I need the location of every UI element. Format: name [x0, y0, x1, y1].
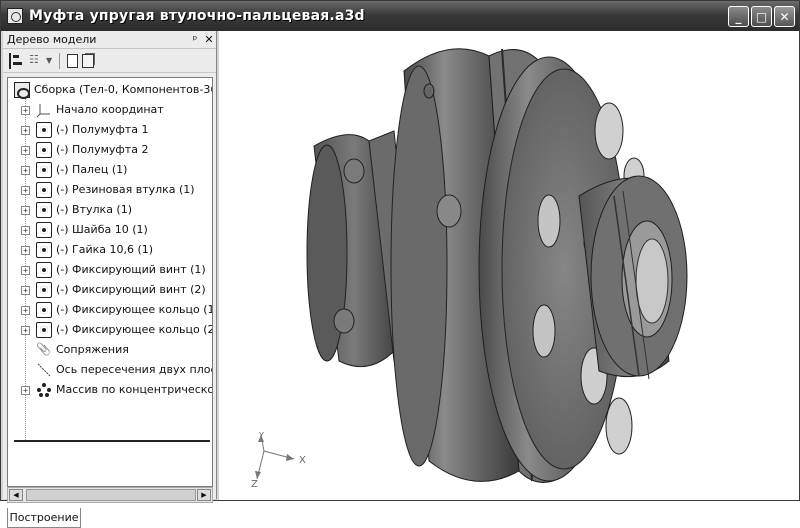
properties-icon[interactable]	[67, 53, 79, 68]
part-icon	[36, 242, 52, 258]
part-icon	[36, 282, 52, 298]
tree-item-label: Начало координат	[56, 103, 164, 116]
tree-item[interactable]: + Массив по концентрической	[8, 380, 213, 400]
tree-item[interactable]: + (-) Гайка 10,6 (1)	[8, 240, 212, 260]
axis-line-icon	[36, 362, 52, 378]
tree-item[interactable]: + (-) Шайба 10 (1)	[8, 220, 212, 240]
tree-end-marker	[14, 440, 210, 442]
tree-item[interactable]: + (-) Втулка (1)	[8, 200, 212, 220]
axes-icon	[36, 102, 52, 118]
application-window: Муфта упругая втулочно-пальцевая.a3d _ □…	[0, 0, 800, 528]
part-icon	[36, 222, 52, 238]
panel-title: Дерево модели	[7, 33, 97, 46]
tree-item[interactable]: + Начало координат	[8, 100, 212, 120]
3d-viewport[interactable]: X Y Z	[219, 31, 799, 500]
expand-icon[interactable]: +	[21, 226, 30, 235]
expand-icon[interactable]: +	[21, 206, 30, 215]
tree-item-label: (-) Фиксирующее кольцо (2)	[56, 323, 213, 336]
part-icon	[36, 162, 52, 178]
model-tree[interactable]: Сборка (Тел-0, Компонентов-36) + Начало к…	[7, 77, 213, 487]
tree-item-label: (-) Шайба 10 (1)	[56, 223, 148, 236]
tree-item-label: (-) Резиновая втулка (1)	[56, 183, 195, 196]
tree-item-label: (-) Полумуфта 1	[56, 123, 149, 136]
scroll-left-icon[interactable]: ◀	[9, 489, 23, 501]
tab-construction[interactable]: Построение	[7, 508, 81, 528]
expand-icon[interactable]: +	[21, 306, 30, 315]
tree-root-label: Сборка (Тел-0, Компонентов-36)	[34, 83, 213, 96]
dropdown-arrow-icon[interactable]: ▼	[46, 56, 52, 65]
part-icon	[36, 142, 52, 158]
part-icon	[36, 122, 52, 138]
expand-icon[interactable]: +	[21, 186, 30, 195]
tree-item-label: (-) Палец (1)	[56, 163, 128, 176]
list-view-icon[interactable]	[29, 53, 45, 69]
expand-icon[interactable]: +	[21, 126, 30, 135]
axis-x-label: X	[299, 455, 306, 466]
tree-item-label: (-) Фиксирующее кольцо (1)	[56, 303, 213, 316]
window-controls: _ □ ✕	[728, 6, 795, 27]
assembly-icon	[14, 82, 30, 99]
tree-item-label: (-) Фиксирующий винт (1)	[56, 263, 206, 276]
title-bar[interactable]: Муфта упругая втулочно-пальцевая.a3d _ □…	[1, 1, 799, 31]
expand-icon[interactable]: +	[21, 146, 30, 155]
tree-item-label: Массив по концентрической	[56, 383, 213, 396]
expand-icon[interactable]: +	[21, 386, 30, 395]
close-button[interactable]: ✕	[774, 6, 795, 27]
expand-icon[interactable]: +	[21, 266, 30, 275]
expand-icon[interactable]: +	[21, 166, 30, 175]
tree-item[interactable]: + (-) Фиксирующее кольцо (2)	[8, 320, 213, 340]
panel-header: Дерево модели ᵖ ✕	[3, 31, 216, 49]
coupling-model	[255, 48, 688, 483]
document-copy-icon[interactable]	[82, 53, 95, 68]
tree-item-label: (-) Втулка (1)	[56, 203, 133, 216]
part-icon	[36, 322, 52, 338]
paperclip-icon: 📎	[36, 342, 51, 356]
axis-y-label: Y	[259, 431, 264, 440]
tree-item-label: Сопряжения	[56, 343, 129, 356]
axis-z-label: Z	[251, 479, 258, 490]
coordinate-axes-icon	[255, 434, 295, 480]
scroll-right-icon[interactable]: ▶	[197, 489, 211, 501]
pin-icon[interactable]: ᵖ	[188, 33, 202, 46]
minimize-button[interactable]: _	[728, 6, 749, 27]
tree-item-label: (-) Фиксирующий винт (2)	[56, 283, 206, 296]
part-icon	[36, 202, 52, 218]
tree-item[interactable]: Ось пересечения двух плоск	[8, 360, 213, 380]
document-icon	[7, 8, 23, 24]
tree-item-label: Ось пересечения двух плоск	[56, 363, 213, 376]
expand-icon[interactable]: +	[21, 286, 30, 295]
expand-icon[interactable]: +	[21, 326, 30, 335]
part-icon	[36, 262, 52, 278]
panel-toolbar: ▼	[3, 49, 216, 73]
tree-view-icon[interactable]	[9, 52, 25, 69]
tree-item-label: (-) Гайка 10,6 (1)	[56, 243, 154, 256]
window-title: Муфта упругая втулочно-пальцевая.a3d	[29, 8, 365, 24]
scroll-thumb[interactable]	[26, 489, 196, 501]
tree-item[interactable]: + (-) Полумуфта 2	[8, 140, 212, 160]
model-tree-panel: Дерево модели ᵖ ✕ ▼ Сборка (Тел-0, Компо…	[3, 31, 217, 528]
expand-icon[interactable]: +	[21, 106, 30, 115]
tree-item[interactable]: + (-) Резиновая втулка (1)	[8, 180, 212, 200]
part-icon	[36, 302, 52, 318]
tree-item[interactable]: + (-) Палец (1)	[8, 160, 212, 180]
toolbar-separator	[59, 52, 61, 69]
part-icon	[36, 182, 52, 198]
tree-item[interactable]: 📎 Сопряжения	[8, 340, 212, 360]
expand-icon[interactable]: +	[21, 246, 30, 255]
tree-root[interactable]: Сборка (Тел-0, Компонентов-36)	[8, 80, 213, 100]
tree-item[interactable]: + (-) Фиксирующий винт (1)	[8, 260, 212, 280]
panel-close-button[interactable]: ✕	[202, 33, 216, 46]
tree-item[interactable]: + (-) Фиксирующий винт (2)	[8, 280, 212, 300]
circular-pattern-icon	[36, 382, 52, 398]
tree-item[interactable]: + (-) Фиксирующее кольцо (1)	[8, 300, 213, 320]
maximize-button[interactable]: □	[751, 6, 772, 27]
tree-item-label: (-) Полумуфта 2	[56, 143, 149, 156]
tree-item[interactable]: + (-) Полумуфта 1	[8, 120, 212, 140]
